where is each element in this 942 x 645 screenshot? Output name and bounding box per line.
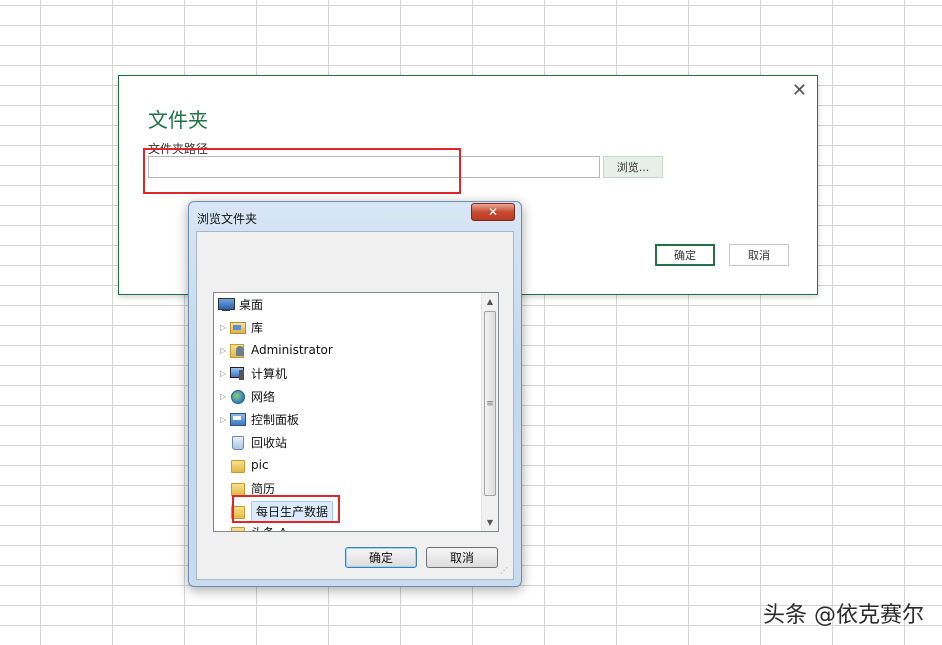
scroll-down-icon[interactable]: ▼: [482, 514, 498, 531]
resize-grip-icon[interactable]: ⋰: [500, 566, 510, 576]
close-icon[interactable]: ✕: [471, 203, 515, 221]
browse-dialog-body: 桌面 ▷ 库 ▷ Administrator ▷ 计算机 ▷ 网络 ▷ 控制面板…: [196, 231, 514, 580]
watermark: 头条 @依克赛尔: [763, 603, 924, 628]
cancel-button[interactable]: 取消: [729, 244, 789, 266]
computer-icon: [230, 366, 246, 380]
tree-item-administrator[interactable]: ▷ Administrator: [220, 340, 333, 360]
folder-path-label: 文件夹路径: [148, 142, 209, 156]
tree-item-toutiao[interactable]: 头条 A...: [230, 522, 298, 532]
close-icon[interactable]: ✕: [792, 80, 807, 101]
tree-item-label: 回收站: [251, 435, 288, 450]
recycle-bin-icon: [230, 435, 246, 450]
expand-arrow-icon[interactable]: ▷: [220, 369, 230, 378]
folder-path-input[interactable]: [148, 156, 600, 178]
browse-ok-button[interactable]: 确定: [345, 547, 417, 568]
tree-item-label: 桌面: [239, 297, 264, 312]
tree-item-label: 控制面板: [251, 412, 300, 427]
tree-item-computer[interactable]: ▷ 计算机: [220, 363, 287, 383]
tree-item-label: 头条 A...: [251, 524, 298, 532]
browse-cancel-button[interactable]: 取消: [426, 547, 498, 568]
tree-item-label: 计算机: [251, 366, 288, 381]
tree-item-label: 网络: [251, 389, 276, 404]
dialog-title: 文件夹: [148, 108, 208, 132]
tree-item-label: 简历: [251, 481, 276, 496]
tree-item-daily-production-data[interactable]: 每日生产数据: [230, 500, 334, 522]
tree-item-pic[interactable]: pic: [230, 455, 269, 475]
tree-item-library[interactable]: ▷ 库: [220, 317, 263, 337]
network-icon: [230, 389, 246, 404]
folder-icon: [230, 525, 246, 531]
expand-arrow-icon[interactable]: ▷: [220, 346, 230, 355]
scroll-thumb[interactable]: ≡: [484, 311, 496, 496]
folder-icon: [230, 458, 246, 473]
browse-button[interactable]: 浏览...: [603, 156, 663, 178]
browse-dialog-title: 浏览文件夹: [197, 212, 258, 226]
browse-folder-dialog: 浏览文件夹 ✕ 桌面 ▷ 库 ▷ Administrator ▷ 计算机 ▷ 网…: [188, 201, 522, 587]
control-panel-icon: [230, 412, 246, 426]
scroll-up-icon[interactable]: ▲: [482, 293, 498, 310]
expand-arrow-icon[interactable]: ▷: [220, 392, 230, 401]
folder-icon: [230, 504, 246, 519]
desktop-icon: [218, 297, 235, 311]
tree-item-resume[interactable]: 简历: [230, 478, 275, 498]
tree-item-desktop[interactable]: 桌面: [218, 294, 263, 314]
tree-item-label: 库: [251, 320, 264, 335]
library-folder-icon: [230, 320, 246, 334]
ok-button[interactable]: 确定: [655, 244, 715, 266]
user-folder-icon: [230, 343, 246, 358]
tree-item-label: 每日生产数据: [251, 500, 334, 522]
expand-arrow-icon[interactable]: ▷: [220, 415, 230, 424]
tree-item-recycle-bin[interactable]: 回收站: [230, 432, 287, 452]
tree-item-control-panel[interactable]: ▷ 控制面板: [220, 409, 299, 429]
tree-scrollbar[interactable]: ▲ ≡ ▼: [481, 293, 498, 531]
tree-item-label: pic: [251, 458, 269, 472]
expand-arrow-icon[interactable]: ▷: [220, 323, 230, 332]
folder-icon: [230, 481, 246, 496]
tree-item-label: Administrator: [251, 343, 333, 357]
tree-item-network[interactable]: ▷ 网络: [220, 386, 275, 406]
folder-tree[interactable]: 桌面 ▷ 库 ▷ Administrator ▷ 计算机 ▷ 网络 ▷ 控制面板…: [213, 292, 499, 532]
